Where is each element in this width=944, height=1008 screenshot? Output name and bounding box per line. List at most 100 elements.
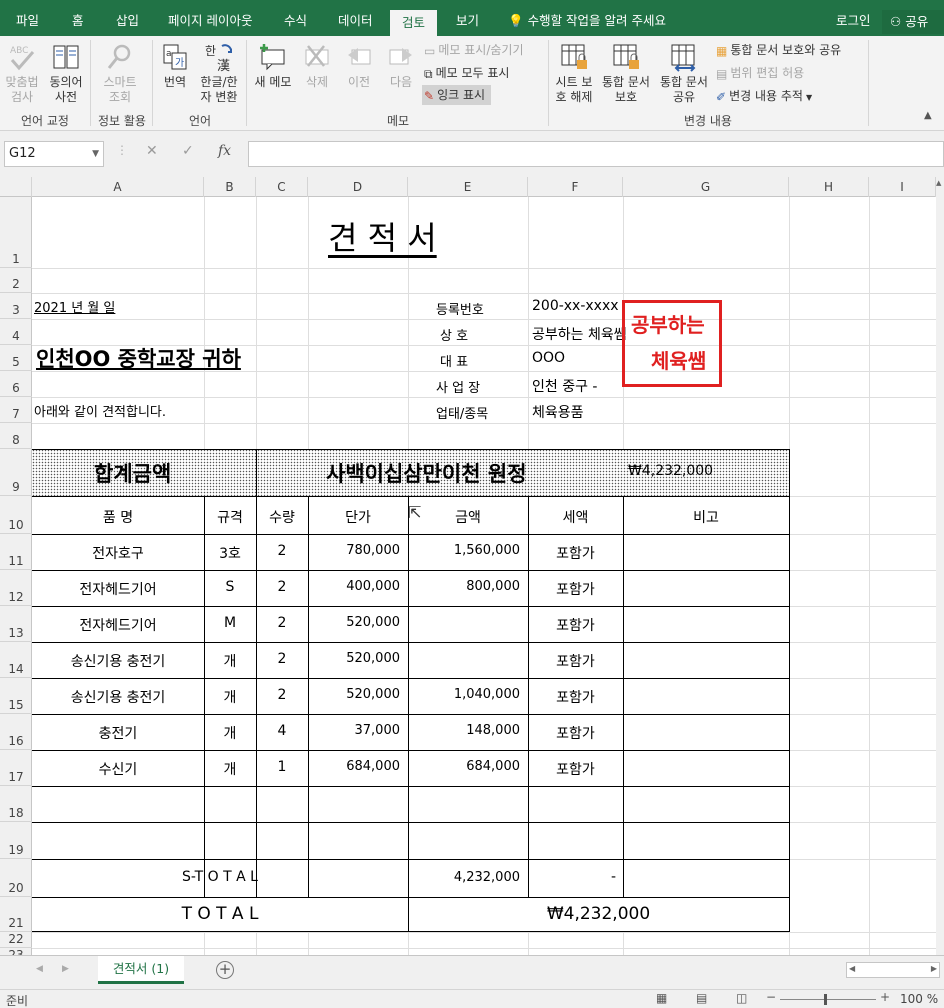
page-break-view-icon[interactable]: ◫ bbox=[736, 991, 747, 1005]
name-box[interactable]: G12 ▼ bbox=[4, 141, 104, 167]
zoom-out-icon[interactable]: − bbox=[766, 990, 776, 1004]
chevron-down-icon[interactable]: ▼ bbox=[92, 142, 99, 166]
smart-lookup-button[interactable]: 스마트 조회 bbox=[96, 42, 144, 105]
chevron-right-icon[interactable]: ▶ bbox=[931, 964, 937, 973]
row-header[interactable]: 16 bbox=[0, 714, 32, 750]
row-header[interactable]: 8 bbox=[0, 423, 32, 449]
function-icon[interactable]: fx bbox=[218, 143, 231, 159]
sheet-tab-active[interactable]: 견적서 (1) bbox=[98, 956, 184, 984]
zoom-slider-thumb[interactable] bbox=[824, 994, 827, 1005]
tab-insert[interactable]: 삽입 bbox=[104, 8, 151, 34]
column-header-f[interactable]: F bbox=[528, 177, 623, 197]
row-header[interactable]: 17 bbox=[0, 750, 32, 786]
thesaurus-button[interactable]: 동의어 사전 bbox=[44, 42, 88, 105]
scroll-right-icon[interactable]: ▶ bbox=[62, 964, 69, 974]
protect-workbook-button[interactable]: 통합 문서 보호 bbox=[598, 42, 654, 105]
column-header-d[interactable]: D bbox=[308, 177, 408, 197]
share-workbook-button[interactable]: 통합 문서 공유 bbox=[656, 42, 712, 105]
row-header[interactable]: 4 bbox=[0, 319, 32, 345]
row-header[interactable]: 13 bbox=[0, 606, 32, 642]
supplier-value: 200-xx-xxxx bbox=[532, 298, 619, 314]
show-all-comments-button[interactable]: ⧉ 메모 모두 표시 bbox=[424, 63, 509, 83]
supplier-value: 인천 중구 - bbox=[532, 379, 598, 395]
tab-formulas[interactable]: 수식 bbox=[272, 8, 319, 34]
row-header[interactable]: 12 bbox=[0, 570, 32, 606]
add-sheet-icon[interactable]: + bbox=[216, 961, 234, 979]
collapse-ribbon-icon[interactable]: ▲ bbox=[924, 110, 932, 121]
spelling-button[interactable]: ABC 맞춤법 검사 bbox=[2, 42, 42, 105]
stamp-line-1: 공부하는 bbox=[631, 313, 705, 337]
tab-review[interactable]: 검토 bbox=[390, 10, 438, 36]
row-header[interactable]: 10 bbox=[0, 496, 32, 534]
row-header[interactable]: 9 bbox=[0, 449, 32, 496]
row-header[interactable]: 1 bbox=[0, 197, 32, 268]
column-header-b[interactable]: B bbox=[204, 177, 256, 197]
column-header-c[interactable]: C bbox=[256, 177, 308, 197]
row-header[interactable]: 22 bbox=[0, 932, 32, 948]
tell-me-box[interactable]: 💡 수행할 작업을 알려 주세요 bbox=[508, 8, 666, 34]
login-button[interactable]: 로그인 bbox=[836, 8, 871, 34]
row-header[interactable]: 14 bbox=[0, 642, 32, 678]
translate-button[interactable]: 가a 번역 bbox=[158, 42, 192, 90]
share-workbook-label-2: 공유 bbox=[672, 90, 696, 104]
show-hide-comment-button[interactable]: ▭ 메모 표시/숨기기 bbox=[424, 40, 523, 60]
track-changes-button[interactable]: ✐ 변경 내용 추적 ▼ bbox=[716, 86, 812, 106]
zoom-level[interactable]: 100 % bbox=[900, 992, 938, 1006]
row-header[interactable]: 6 bbox=[0, 371, 32, 397]
unprotect-sheet-label-2: 호 해제 bbox=[555, 90, 593, 104]
row-header[interactable]: 19 bbox=[0, 822, 32, 859]
hangul-hanja-button[interactable]: 한漢 한글/한 자 변환 bbox=[196, 42, 242, 105]
row-header[interactable]: 7 bbox=[0, 397, 32, 423]
column-header-a[interactable]: A bbox=[32, 177, 204, 197]
worksheet-grid[interactable]: 견 적 서 2021 년 월 일 인천OO 중학교장 귀하 아래와 같이 견적합… bbox=[32, 197, 936, 955]
tab-home[interactable]: 홈 bbox=[60, 8, 96, 34]
row-header[interactable]: 2 bbox=[0, 268, 32, 293]
tab-view[interactable]: 보기 bbox=[444, 8, 491, 34]
row-header[interactable]: 3 bbox=[0, 293, 32, 319]
select-all-corner[interactable] bbox=[0, 177, 32, 197]
supplier-label: 등록번호 bbox=[436, 303, 484, 318]
previous-comment-button[interactable]: 이전 bbox=[340, 42, 378, 90]
tab-data[interactable]: 데이터 bbox=[326, 8, 385, 34]
mouse-pointer-icon: ⇱ bbox=[408, 503, 422, 522]
zoom-slider[interactable] bbox=[780, 999, 876, 1000]
vertical-scrollbar[interactable]: ▲ bbox=[936, 177, 944, 955]
group-insights: 정보 활용 bbox=[98, 114, 146, 128]
date-line: 2021 년 월 일 bbox=[34, 301, 116, 316]
share-button[interactable]: ⚇ 공유 bbox=[882, 10, 944, 34]
tab-page-layout[interactable]: 페이지 레이아웃 bbox=[156, 8, 264, 34]
row-header[interactable]: 15 bbox=[0, 678, 32, 714]
allow-edit-ranges-button[interactable]: ▤ 범위 편집 허용 bbox=[716, 63, 804, 83]
item-spec: 3호 bbox=[219, 546, 241, 562]
new-comment-button[interactable]: 새 메모 bbox=[250, 42, 296, 90]
next-comment-button[interactable]: 다음 bbox=[382, 42, 420, 90]
item-qty: 2 bbox=[277, 687, 287, 703]
unprotect-sheet-button[interactable]: 시트 보 호 해제 bbox=[552, 42, 596, 105]
row-header[interactable]: 11 bbox=[0, 534, 32, 570]
total-in-words: 사백이십삼만이천 원정 bbox=[326, 462, 527, 486]
chevron-left-icon[interactable]: ◀ bbox=[849, 964, 855, 973]
chevron-up-icon[interactable]: ▲ bbox=[936, 179, 941, 187]
zoom-in-icon[interactable]: + bbox=[880, 990, 890, 1004]
scroll-left-icon[interactable]: ◀ bbox=[36, 964, 43, 974]
row-header[interactable]: 21 bbox=[0, 897, 32, 932]
company-seal-stamp[interactable]: 공부하는 체육쌤 bbox=[622, 300, 722, 387]
row-header[interactable]: 20 bbox=[0, 859, 32, 897]
formula-input[interactable] bbox=[248, 141, 944, 167]
normal-view-icon[interactable]: ▦ bbox=[656, 991, 667, 1005]
column-header-g[interactable]: G bbox=[623, 177, 789, 197]
tab-file[interactable]: 파일 bbox=[4, 8, 51, 34]
row-header[interactable]: 5 bbox=[0, 345, 32, 371]
row-header[interactable]: 18 bbox=[0, 786, 32, 822]
cancel-icon[interactable]: ✕ bbox=[146, 143, 158, 159]
column-header-h[interactable]: H bbox=[789, 177, 869, 197]
enter-icon[interactable]: ✓ bbox=[182, 143, 194, 159]
delete-comment-button[interactable]: 삭제 bbox=[298, 42, 336, 90]
column-header-e[interactable]: E bbox=[408, 177, 528, 197]
show-ink-button[interactable]: ✎ 잉크 표시 bbox=[422, 85, 492, 105]
item-qty: 2 bbox=[277, 579, 287, 595]
protect-share-button[interactable]: ▦ 통합 문서 보호와 공유 bbox=[716, 40, 841, 60]
page-layout-view-icon[interactable]: ▤ bbox=[696, 991, 707, 1005]
horizontal-scrollbar[interactable]: ◀ ▶ bbox=[846, 962, 940, 978]
column-header-i[interactable]: I bbox=[869, 177, 936, 197]
